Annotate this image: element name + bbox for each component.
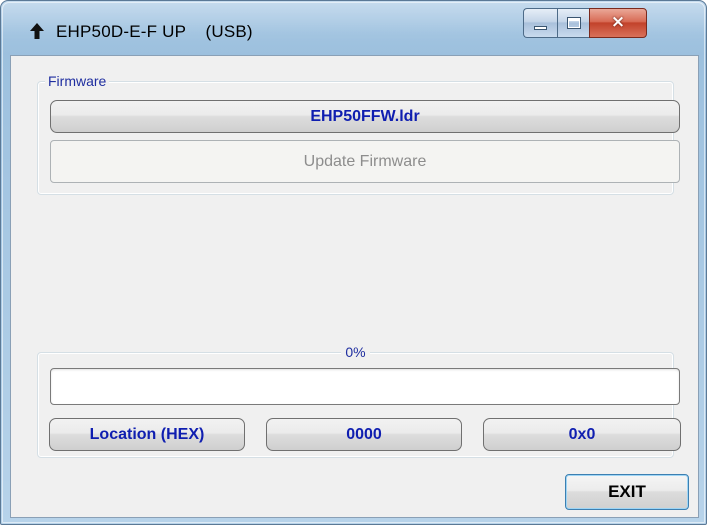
maximize-icon: [567, 17, 581, 29]
up-arrow-icon: [30, 23, 44, 39]
update-firmware-button[interactable]: Update Firmware: [50, 140, 680, 183]
exit-button[interactable]: EXIT: [565, 474, 689, 510]
minimize-button[interactable]: [523, 8, 557, 38]
close-button[interactable]: ×: [589, 8, 647, 38]
client-area: Firmware EHP50FFW.ldr Update Firmware 0%…: [10, 55, 699, 518]
window-frame: EHP50D-E-F UP (USB) × Firmware EHP50FFW.…: [0, 0, 707, 525]
firmware-groupbox: Firmware EHP50FFW.ldr Update Firmware: [37, 73, 680, 195]
window-title: EHP50D-E-F UP (USB): [56, 22, 253, 41]
title-bar[interactable]: EHP50D-E-F UP (USB) ×: [1, 1, 706, 55]
caption-buttons: ×: [523, 8, 647, 38]
minimize-icon: [534, 26, 547, 30]
progress-legend: 0%: [38, 344, 673, 362]
address-value-button[interactable]: 0000: [266, 418, 462, 451]
progress-percent-label: 0%: [341, 344, 370, 360]
progress-groupbox: 0% Location (HEX) 0000 0x0: [37, 344, 681, 458]
close-icon: ×: [610, 12, 626, 32]
maximize-button[interactable]: [557, 8, 589, 38]
data-value-button[interactable]: 0x0: [483, 418, 681, 451]
firmware-legend: Firmware: [45, 73, 110, 89]
progress-bar: [50, 368, 680, 405]
location-hex-button[interactable]: Location (HEX): [49, 418, 245, 451]
firmware-file-button[interactable]: EHP50FFW.ldr: [50, 100, 680, 133]
